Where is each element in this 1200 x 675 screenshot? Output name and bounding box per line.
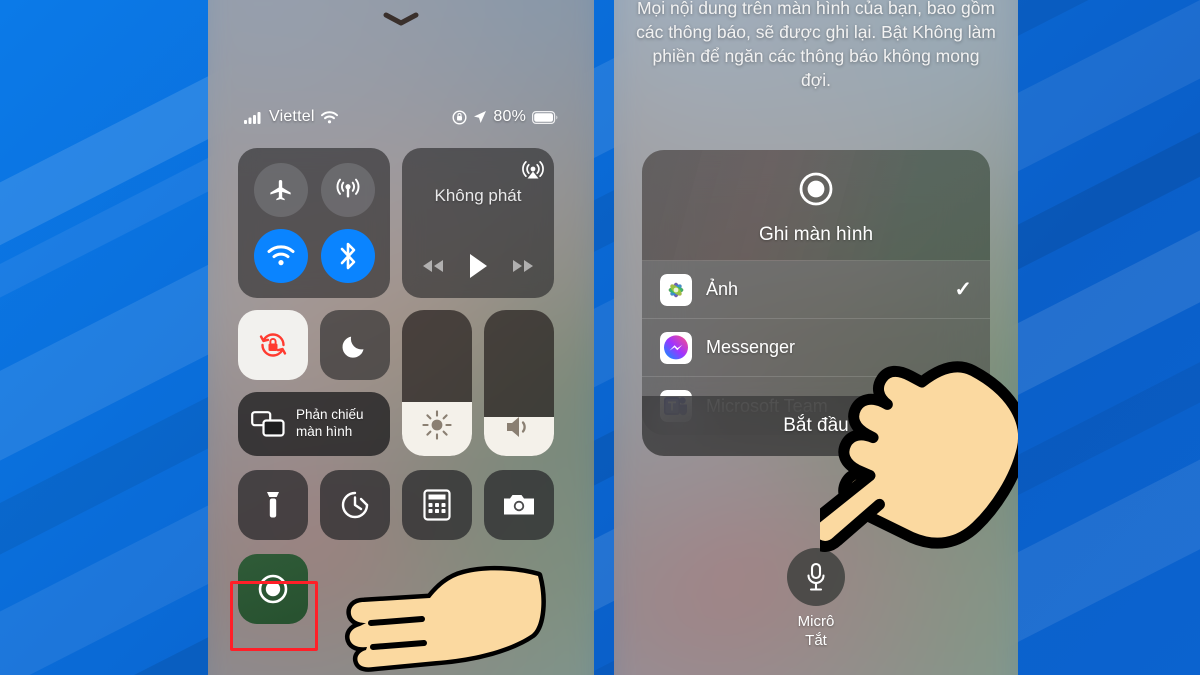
airplane-icon: [270, 179, 291, 200]
utility-row: [238, 470, 564, 540]
battery-percent: 80%: [493, 108, 526, 125]
screen-mirroring-label-line1: Phản chiếu: [296, 407, 364, 423]
flashlight-icon: [267, 492, 279, 518]
rotation-lock-icon: [452, 109, 467, 125]
moon-icon: [342, 336, 364, 358]
photos-app-icon: [660, 273, 692, 306]
status-bar: Viettel 80%: [208, 104, 594, 130]
checkmark-icon: ✓: [954, 278, 972, 301]
fast-forward-icon[interactable]: [510, 258, 536, 274]
brightness-icon: [422, 410, 452, 440]
screen-mirroring-icon: [251, 411, 285, 437]
microphone-label: Micrô: [797, 613, 835, 630]
bluetooth-icon: [340, 242, 355, 270]
screen-mirroring-button[interactable]: Phản chiếu màn hình: [238, 392, 390, 456]
screen-mirroring-label-line2: màn hình: [296, 424, 353, 439]
start-recording-label: Bắt đầu: [783, 415, 849, 436]
bluetooth-button[interactable]: [320, 229, 375, 283]
volume-icon: [507, 417, 526, 437]
messenger-app-icon: [660, 331, 692, 364]
list-item-label: Messenger: [706, 337, 796, 357]
play-icon[interactable]: [466, 252, 490, 280]
background: [0, 0, 1200, 675]
screen-recording-card: Ghi màn hình Ảnh ✓ Messenger: [642, 150, 990, 435]
volume-slider[interactable]: [484, 310, 554, 456]
rewind-icon[interactable]: [420, 258, 446, 274]
microphone-button[interactable]: [787, 548, 845, 606]
media-player-tile[interactable]: Không phát: [402, 148, 554, 298]
airplane-mode-button[interactable]: [253, 163, 308, 217]
screen-recording-title: Ghi màn hình: [758, 224, 874, 245]
background-stripes: [0, 0, 1200, 675]
connectivity-tile[interactable]: [238, 148, 390, 298]
wifi-icon: [320, 110, 338, 123]
control-center-grid: Không phát Phản chiếu màn hình: [238, 148, 564, 624]
right-phone-screenshot: Mọi nội dung trên màn hình của bạn, bao …: [614, 0, 1018, 675]
cellular-data-button[interactable]: [320, 163, 375, 217]
carrier-name: Viettel: [269, 108, 315, 125]
wifi-icon: [267, 245, 294, 266]
camera-button[interactable]: [484, 470, 554, 540]
calculator-button[interactable]: [402, 470, 472, 540]
rotation-lock-button[interactable]: [238, 310, 308, 380]
timer-icon: [341, 491, 369, 519]
wifi-button[interactable]: [253, 229, 308, 283]
list-item-label: Ảnh: [706, 279, 739, 299]
record-icon: [799, 172, 833, 206]
list-item[interactable]: Messenger: [642, 319, 990, 377]
brightness-slider[interactable]: [402, 310, 472, 456]
microphone-icon: [807, 562, 825, 591]
airplay-audio-icon[interactable]: [522, 158, 544, 180]
microphone-state: Tắt: [805, 631, 827, 649]
screen-recording-header: Ghi màn hình: [642, 150, 990, 261]
recording-description: Mọi nội dung trên màn hình của bạn, bao …: [636, 0, 996, 91]
flashlight-button[interactable]: [238, 470, 308, 540]
battery-icon: [532, 110, 558, 124]
rotation-lock-icon: [259, 333, 287, 357]
start-recording-button[interactable]: Bắt đầu: [642, 396, 990, 456]
microphone-control[interactable]: Micrô Tắt: [787, 548, 845, 651]
list-item[interactable]: Ảnh ✓: [642, 261, 990, 319]
chevron-down-icon[interactable]: [382, 12, 420, 26]
timer-button[interactable]: [320, 470, 390, 540]
left-phone-screenshot: Viettel 80% Không phát Phản chiếu màn hì…: [208, 0, 594, 675]
record-button-annotation: [230, 581, 318, 651]
do-not-disturb-button[interactable]: [320, 310, 390, 380]
camera-icon: [504, 495, 534, 515]
calculator-icon: [423, 489, 451, 521]
cellular-data-icon: [336, 178, 359, 198]
media-title: Không phát: [434, 186, 522, 205]
location-arrow-icon: [474, 111, 487, 123]
cellular-signal-icon: [244, 111, 261, 124]
